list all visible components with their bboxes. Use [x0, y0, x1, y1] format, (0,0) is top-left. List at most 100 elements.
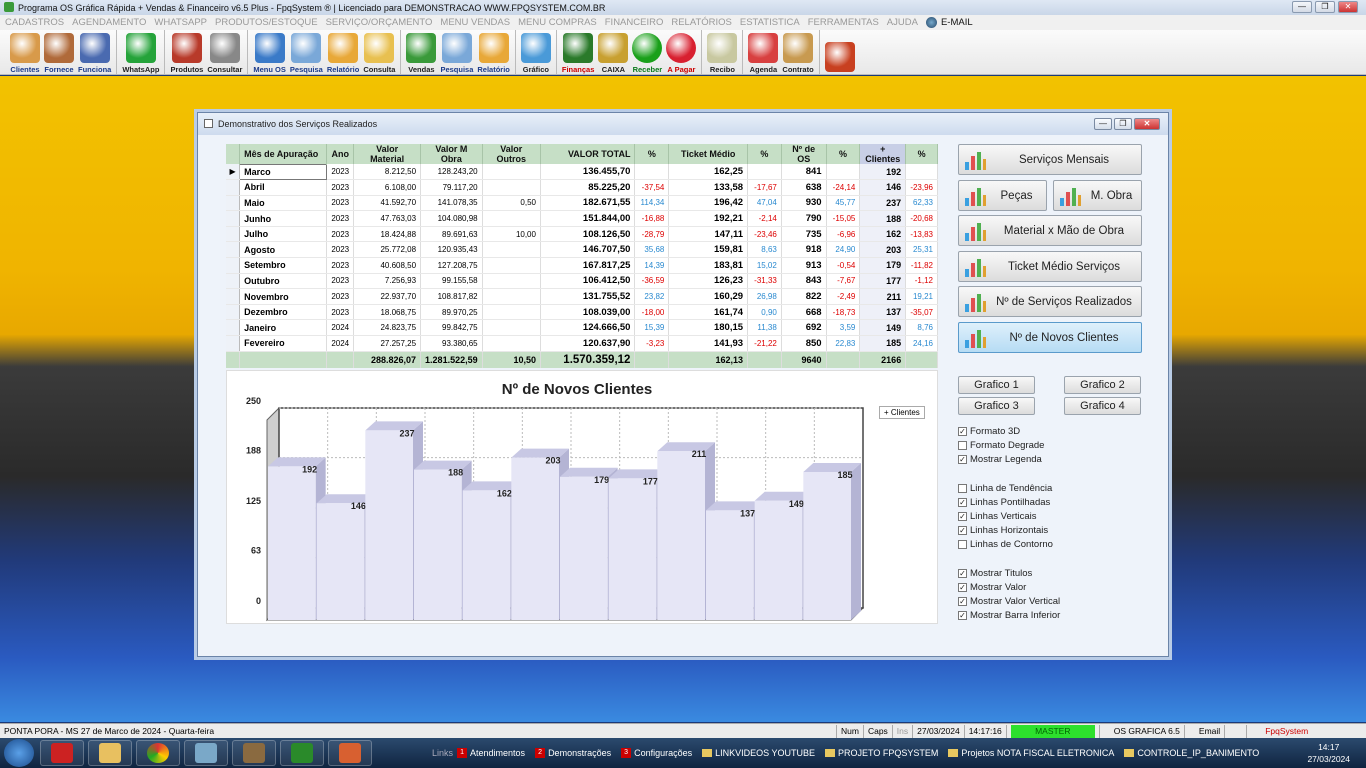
- option-checkbox[interactable]: Linha de Tendência: [958, 483, 1052, 494]
- mao-obra-button[interactable]: M. Obra: [1053, 180, 1142, 211]
- checked-icon[interactable]: ✓: [958, 498, 967, 507]
- option-checkbox[interactable]: ✓ Linhas Pontilhadas: [958, 497, 1050, 508]
- grid-column-header[interactable]: Valor Material: [353, 144, 422, 164]
- option-checkbox[interactable]: ✓ Formato 3D: [958, 426, 1020, 437]
- grafico-3-button[interactable]: Grafico 3: [958, 397, 1035, 415]
- dialog-minimize-button[interactable]: —: [1094, 118, 1112, 130]
- start-button[interactable]: [4, 739, 34, 767]
- table-row[interactable]: Junho 2023 47.763,03 104.080,98 151.844,00 -1…: [226, 210, 938, 227]
- toolbar-button-consultar[interactable]: Consultar: [205, 30, 249, 74]
- novos-clientes-button[interactable]: Nº de Novos Clientes: [958, 322, 1142, 353]
- taskbar-link[interactable]: LINKVIDEOS YOUTUBE: [702, 748, 815, 758]
- grid-column-header[interactable]: %: [826, 144, 861, 164]
- toolbar-button-relat-rio[interactable]: Relatório: [325, 30, 362, 74]
- menu-item[interactable]: WHATSAPP: [154, 17, 207, 28]
- menu-item[interactable]: AGENDAMENTO: [72, 17, 146, 28]
- option-checkbox[interactable]: Linhas de Contorno: [958, 539, 1053, 550]
- minimize-button[interactable]: —: [1292, 1, 1312, 13]
- close-button[interactable]: ✕: [1338, 1, 1358, 13]
- grid-column-header[interactable]: %: [905, 144, 938, 164]
- grafico-1-button[interactable]: Grafico 1: [958, 376, 1035, 394]
- toolbar-button-menu-os[interactable]: Menu OS: [251, 30, 288, 74]
- toolbar-button-whatsapp[interactable]: WhatsApp: [120, 30, 166, 74]
- menu-item[interactable]: AJUDA: [887, 17, 918, 28]
- menu-item[interactable]: RELATÓRIOS: [671, 17, 732, 28]
- table-row[interactable]: Fevereiro 2024 27.257,25 93.380,65 120.637,9…: [226, 335, 938, 352]
- table-row[interactable]: Setembro 2023 40.608,50 127.208,75 167.817,2…: [226, 257, 938, 274]
- toolbar-button-relat-rio[interactable]: Relatório: [475, 30, 516, 74]
- menu-item[interactable]: CADASTROS: [5, 17, 64, 28]
- taskbar-link[interactable]: CONTROLE_IP_BANIMENTO: [1124, 748, 1259, 758]
- taskbar-link[interactable]: 3 Configurações: [621, 748, 692, 758]
- toolbar-button-recibo[interactable]: Recibo: [705, 30, 744, 74]
- menu-item[interactable]: FERRAMENTAS: [808, 17, 879, 28]
- unchecked-icon[interactable]: [958, 540, 967, 549]
- option-checkbox[interactable]: ✓ Mostrar Titulos: [958, 568, 1032, 579]
- grid-column-header[interactable]: %: [634, 144, 670, 164]
- servicos-mensais-button[interactable]: Serviços Mensais: [958, 144, 1142, 175]
- toolbar-button-gr-fico[interactable]: Gráfico: [519, 30, 557, 74]
- grafico-4-button[interactable]: Grafico 4: [1064, 397, 1141, 415]
- table-row[interactable]: Agosto 2023 25.772,08 120.935,43 146.707,50 3…: [226, 241, 938, 259]
- option-checkbox[interactable]: Formato Degrade: [958, 440, 1044, 451]
- checked-icon[interactable]: ✓: [958, 611, 967, 620]
- toolbar-button-funciona[interactable]: Funciona: [76, 30, 118, 74]
- grid-column-header[interactable]: + Clientes: [859, 144, 907, 164]
- toolbar-button-clientes[interactable]: Clientes: [8, 30, 42, 74]
- menu-item[interactable]: FINANCEIRO: [605, 17, 664, 28]
- app-taskbar-button[interactable]: [328, 740, 372, 766]
- checked-icon[interactable]: ✓: [958, 512, 967, 521]
- toolbar-button-pesquisa[interactable]: Pesquisa: [288, 30, 325, 74]
- toolbar-button-contrato[interactable]: Contrato: [780, 30, 820, 74]
- taskbar-link[interactable]: 2 Demonstrações: [535, 748, 611, 758]
- option-checkbox[interactable]: ✓ Linhas Horizontais: [958, 525, 1048, 536]
- toolbar-button-caixa[interactable]: CAIXA: [596, 30, 630, 74]
- checked-icon[interactable]: ✓: [958, 597, 967, 606]
- table-row[interactable]: Novembro 2023 22.937,70 108.817,82 131.755,5…: [226, 288, 938, 305]
- unchecked-icon[interactable]: [958, 484, 967, 493]
- option-checkbox[interactable]: ✓ Mostrar Barra Inferior: [958, 610, 1060, 621]
- explorer-taskbar-button[interactable]: [88, 740, 132, 766]
- grid-column-header[interactable]: Valor M Obra: [420, 144, 483, 164]
- ticket-medio-button[interactable]: Ticket Médio Serviços: [958, 251, 1142, 282]
- app-taskbar-button[interactable]: [280, 740, 324, 766]
- grid-column-header[interactable]: Mês de Apuração: [239, 144, 328, 164]
- unchecked-icon[interactable]: [958, 441, 967, 450]
- menu-item[interactable]: SERVIÇO/ORÇAMENTO: [326, 17, 433, 28]
- table-row[interactable]: Janeiro 2024 24.823,75 99.842,75 124.666,50 1…: [226, 319, 938, 337]
- grid-column-header[interactable]: VALOR TOTAL: [540, 144, 636, 164]
- dialog-close-button[interactable]: ✕: [1134, 118, 1160, 130]
- menu-item[interactable]: ESTATISTICA: [740, 17, 800, 28]
- grid-column-header[interactable]: Ticket Médio: [668, 144, 749, 164]
- chrome-taskbar-button[interactable]: [136, 740, 180, 766]
- toolbar-button-sair[interactable]: [823, 30, 857, 74]
- menu-item[interactable]: MENU COMPRAS: [518, 17, 597, 28]
- option-checkbox[interactable]: ✓ Mostrar Legenda: [958, 454, 1042, 465]
- toolbar-button-agenda[interactable]: Agenda: [746, 30, 780, 74]
- grid-column-header[interactable]: %: [747, 144, 782, 164]
- toolbar-button-vendas[interactable]: Vendas: [404, 30, 438, 74]
- table-row[interactable]: Dezembro 2023 18.068,75 89.970,25 108.039,00…: [226, 304, 938, 321]
- table-row[interactable]: ▶ Marco 2023 8.212,50 128.243,20 136.455,70 16…: [226, 163, 938, 181]
- filezilla-taskbar-button[interactable]: [40, 740, 84, 766]
- checked-icon[interactable]: ✓: [958, 583, 967, 592]
- table-row[interactable]: Maio 2023 41.592,70 141.078,35 0,50 182.671,5…: [226, 195, 938, 212]
- toolbar-button-consulta[interactable]: Consulta: [361, 30, 402, 74]
- toolbar-button-pesquisa[interactable]: Pesquisa: [438, 30, 475, 74]
- dialog-restore-button[interactable]: ❐: [1114, 118, 1132, 130]
- restore-button[interactable]: ❐: [1315, 1, 1335, 13]
- app-taskbar-button[interactable]: [232, 740, 276, 766]
- servicos-realizados-button[interactable]: Nº de Serviços Realizados: [958, 286, 1142, 317]
- menu-email[interactable]: E-MAIL: [941, 17, 973, 28]
- checked-icon[interactable]: ✓: [958, 526, 967, 535]
- table-row[interactable]: Julho 2023 18.424,88 89.691,63 10,00 108.126,…: [226, 226, 938, 243]
- printer-icon[interactable]: [1224, 724, 1246, 738]
- option-checkbox[interactable]: ✓ Mostrar Valor Vertical: [958, 596, 1060, 607]
- checked-icon[interactable]: ✓: [958, 569, 967, 578]
- taskbar-link[interactable]: 1 Atendimentos: [457, 748, 525, 758]
- toolbar-button-finan-as[interactable]: Finanças: [560, 30, 597, 74]
- taskbar-link[interactable]: Projetos NOTA FISCAL ELETRONICA: [948, 748, 1114, 758]
- pecas-button[interactable]: Peças: [958, 180, 1047, 211]
- toolbar-button-fornece[interactable]: Fornece: [42, 30, 76, 74]
- grid-column-header[interactable]: Nº de OS: [781, 144, 827, 164]
